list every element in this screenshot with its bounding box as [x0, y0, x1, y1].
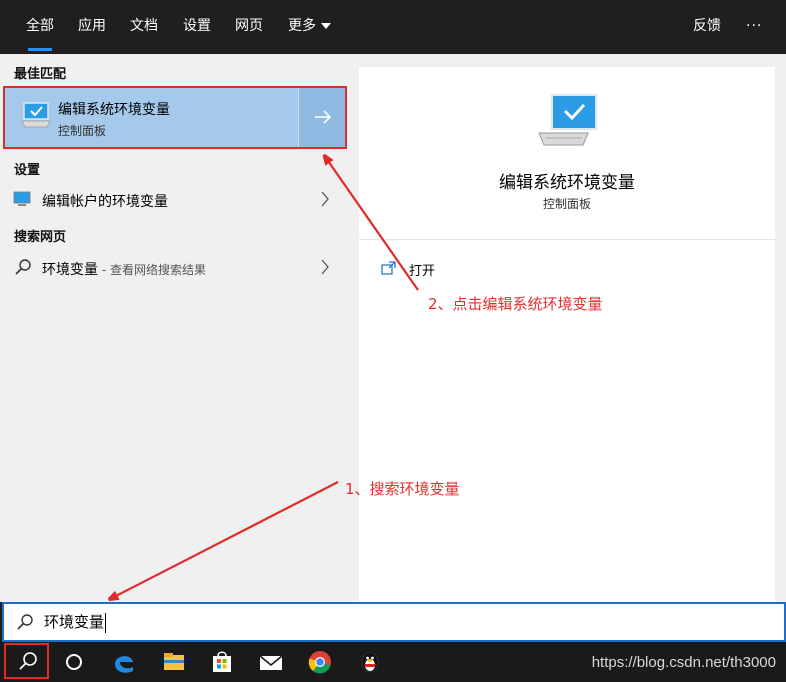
divider: [359, 239, 775, 240]
text-cursor: [105, 612, 107, 633]
qq-taskbar-button[interactable]: [354, 646, 386, 678]
web-result-suffix: - 查看网络搜索结果: [98, 263, 206, 277]
chrome-icon: [308, 651, 331, 674]
tab-more[interactable]: 更多: [276, 0, 343, 54]
feedback-button[interactable]: 反馈: [681, 0, 733, 54]
section-web: 搜索网页: [14, 230, 67, 245]
expand-details-button[interactable]: [298, 87, 346, 147]
open-action-label: 打开: [409, 264, 436, 279]
results-pane: 最佳匹配 编辑系统环境变量 控制面板 设置 编辑帐户的环境变量 搜索网页 环境变…: [0, 54, 347, 602]
watermark: https://blog.csdn.net/th3000: [591, 654, 776, 671]
taskbar: https://blog.csdn.net/th3000: [0, 642, 786, 682]
search-input-value: 环境变量: [44, 613, 105, 631]
tab-settings-label: 设置: [183, 18, 211, 34]
search-icon: [19, 652, 37, 670]
tab-documents[interactable]: 文档: [118, 0, 170, 54]
more-options-button[interactable]: ···: [734, 0, 774, 54]
open-external-icon: [381, 261, 396, 275]
file-explorer-button[interactable]: [158, 646, 190, 678]
qq-penguin-icon: [361, 651, 379, 673]
chrome-taskbar-button[interactable]: [304, 646, 336, 678]
tab-apps[interactable]: 应用: [66, 0, 118, 54]
folder-icon: [164, 653, 184, 670]
best-match-result[interactable]: 编辑系统环境变量 控制面板: [4, 87, 346, 147]
cortana-ring-icon: [66, 654, 82, 670]
details-subtitle: 控制面板: [542, 197, 591, 211]
tab-web-label: 网页: [235, 18, 263, 34]
monitor-check-icon: [538, 94, 597, 146]
tab-all-label: 全部: [26, 18, 54, 34]
task-view-button[interactable]: [58, 646, 90, 678]
section-best-match: 最佳匹配: [14, 67, 67, 82]
feedback-label: 反馈: [693, 18, 721, 34]
tab-settings[interactable]: 设置: [171, 0, 223, 54]
search-icon: [17, 614, 33, 630]
mail-icon: [259, 655, 283, 670]
chevron-down-icon: [321, 23, 331, 29]
edge-icon: [115, 656, 133, 673]
web-result-query: 环境变量: [42, 262, 98, 278]
best-match-title: 编辑系统环境变量: [58, 102, 170, 118]
tab-documents-label: 文档: [130, 18, 158, 34]
web-result[interactable]: 环境变量 - 查看网络搜索结果: [4, 250, 346, 284]
mail-taskbar-button[interactable]: [255, 646, 287, 678]
web-result-label: 环境变量 - 查看网络搜索结果: [42, 259, 206, 279]
taskbar-search-button[interactable]: [12, 646, 44, 678]
details-title: 编辑系统环境变量: [499, 173, 635, 193]
best-match-open[interactable]: 编辑系统环境变量 控制面板: [4, 87, 298, 147]
search-filter-bar: 全部 应用 文档 设置 网页 更多 反馈 ···: [0, 0, 786, 54]
more-options-icon: ···: [746, 18, 763, 34]
tab-all[interactable]: 全部: [14, 0, 66, 54]
tab-apps-label: 应用: [78, 18, 106, 34]
annotation-step2: 2、点击编辑系统环境变量: [428, 295, 603, 313]
search-box[interactable]: 环境变量: [2, 602, 786, 642]
best-match-subtitle: 控制面板: [58, 124, 107, 138]
arrow-right-icon: [315, 110, 332, 124]
settings-result[interactable]: 编辑帐户的环境变量: [4, 182, 346, 216]
chevron-right-icon: [321, 191, 329, 207]
search-input[interactable]: 环境变量: [44, 611, 107, 633]
monitor-check-icon: [21, 102, 51, 128]
store-bag-icon: [213, 651, 231, 672]
chevron-right-icon: [321, 259, 329, 275]
annotation-step1: 1、搜索环境变量: [345, 480, 460, 498]
tab-more-label: 更多: [288, 18, 316, 34]
details-pane: 编辑系统环境变量 控制面板 打开: [359, 67, 775, 602]
monitor-icon: [13, 191, 31, 206]
tab-web[interactable]: 网页: [223, 0, 275, 54]
section-settings: 设置: [14, 163, 41, 178]
store-taskbar-button[interactable]: [206, 646, 238, 678]
settings-result-label: 编辑帐户的环境变量: [42, 194, 168, 210]
search-icon: [15, 259, 31, 275]
edge-taskbar-button[interactable]: [108, 646, 140, 678]
